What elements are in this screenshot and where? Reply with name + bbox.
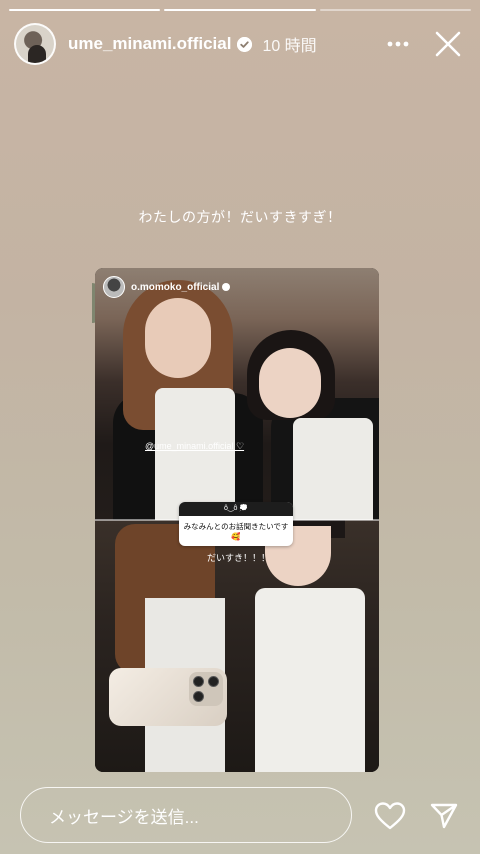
repost-username: o.momoko_official bbox=[131, 281, 220, 293]
person-left-face bbox=[145, 298, 211, 378]
progress-segment bbox=[319, 9, 471, 11]
mention-sticker[interactable]: @ume_minami.official ♡ bbox=[145, 441, 244, 452]
progress-segment bbox=[164, 9, 316, 11]
send-icon bbox=[430, 803, 458, 829]
progress-segment bbox=[9, 9, 161, 11]
story-header: ume_minami.official 10 時間 bbox=[14, 22, 466, 66]
repost-avatar bbox=[103, 276, 125, 298]
story-username[interactable]: ume_minami.official bbox=[68, 34, 231, 54]
close-icon bbox=[435, 31, 461, 57]
avatar[interactable] bbox=[14, 23, 56, 65]
repost-author[interactable]: o.momoko_official bbox=[103, 276, 231, 298]
story-progress bbox=[9, 9, 471, 11]
like-button[interactable] bbox=[370, 796, 410, 836]
story-caption: わたしの方が！だいすきすぎ！ bbox=[138, 209, 342, 225]
heart-icon bbox=[374, 802, 406, 830]
person-right-apron bbox=[293, 418, 373, 520]
story-timestamp: 10 時間 bbox=[262, 38, 317, 55]
question-sticker: ô‿ô 💭 みなみんとのお話聞きたいです🥰 bbox=[179, 502, 293, 546]
person-left-apron bbox=[155, 388, 235, 520]
reply-text: だいすき！！！ bbox=[207, 553, 271, 563]
person-right-apron-bottom bbox=[255, 588, 365, 772]
camera-module bbox=[189, 672, 223, 706]
verified-badge-icon bbox=[222, 283, 231, 291]
person-right-face bbox=[259, 348, 321, 418]
message-input[interactable]: メッセージを送信... bbox=[20, 787, 352, 843]
more-options-button[interactable] bbox=[380, 26, 416, 62]
send-button[interactable] bbox=[424, 796, 464, 836]
close-button[interactable] bbox=[430, 26, 466, 62]
more-dots-icon bbox=[387, 41, 409, 47]
question-sticker-text: みなみんとのお話聞きたいです🥰 bbox=[183, 522, 289, 541]
reposted-story-card[interactable]: o.momoko_official @ume_minami.official ♡… bbox=[95, 268, 379, 772]
question-sticker-header: ô‿ô 💭 bbox=[179, 502, 293, 516]
verified-badge-icon bbox=[237, 36, 253, 52]
